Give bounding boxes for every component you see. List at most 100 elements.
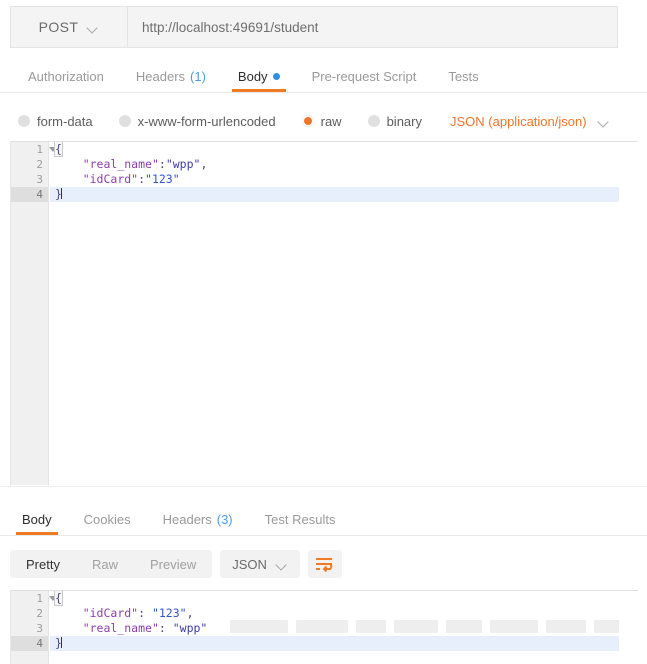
request-editor-gutter: 1 2 3 4 <box>11 142 57 485</box>
view-mode-preview-label: Preview <box>149 556 197 572</box>
tab-pre-request-script[interactable]: Pre-request Script <box>296 60 433 92</box>
code-line-active: } <box>50 636 638 651</box>
code-line: "real_name":"wpp", <box>50 157 638 172</box>
request-url-input[interactable]: http://localhost:49691/student <box>128 7 617 47</box>
response-format-dropdown[interactable]: JSON <box>220 550 300 578</box>
gutter-line-active: 4 <box>11 636 48 651</box>
request-tab-bar: Authorization Headers (1) Body Pre-reque… <box>0 60 647 93</box>
view-mode-raw[interactable]: Raw <box>76 550 134 578</box>
code-line: { <box>50 142 638 157</box>
json-key: "real_name" <box>82 157 159 171</box>
json-comma: , <box>200 157 208 171</box>
response-tab-cookies-label: Cookies <box>83 511 131 527</box>
body-type-raw[interactable]: raw <box>301 114 342 129</box>
wrap-lines-icon <box>316 557 333 572</box>
tab-headers-label: Headers <box>135 68 186 84</box>
response-tab-test-results[interactable]: Test Results <box>249 503 352 535</box>
radio-icon <box>118 115 131 127</box>
json-colon: : <box>158 157 166 171</box>
json-key: "real_name" <box>82 621 159 635</box>
code-line: { <box>50 591 638 606</box>
line-number: 4 <box>36 637 43 650</box>
response-tab-bar: Body Cookies Headers (3) Test Results <box>0 503 647 536</box>
gutter-line: 2 <box>11 157 48 172</box>
response-tab-body[interactable]: Body <box>6 503 68 535</box>
line-number: 4 <box>36 188 43 201</box>
view-mode-preview[interactable]: Preview <box>134 550 212 578</box>
code-line: "real_name": "wpp" <box>50 621 638 636</box>
json-value: "123" <box>151 606 187 620</box>
content-type-dropdown[interactable]: JSON (application/json) <box>450 114 610 129</box>
request-url-text: http://localhost:49691/student <box>142 19 319 35</box>
request-body-editor[interactable]: 1 2 3 4 { "real_name":"wpp", "idCard":"1… <box>10 141 638 485</box>
response-format-label: JSON <box>232 556 267 572</box>
body-type-urlencoded-label: x-www-form-urlencoded <box>137 113 276 129</box>
body-type-binary[interactable]: binary <box>367 113 422 129</box>
gutter-line: 3 <box>11 621 48 636</box>
body-type-form-data[interactable]: form-data <box>18 114 93 129</box>
chevron-down-icon <box>277 561 288 568</box>
radio-icon <box>18 115 30 127</box>
response-code-area[interactable]: { "idCard": "123", "real_name": "wpp" } <box>50 591 638 664</box>
response-body-editor[interactable]: 1 2 3 4 { "idCard": "123", "real_name": … <box>10 590 638 664</box>
json-comma: , <box>186 606 194 620</box>
response-toolbar: Pretty Raw Preview JSON <box>0 545 647 583</box>
json-colon: : <box>138 172 146 186</box>
wrap-lines-button[interactable] <box>307 550 342 578</box>
body-type-urlencoded[interactable]: x-www-form-urlencoded <box>118 113 276 129</box>
body-type-form-data-label: form-data <box>37 113 93 129</box>
gutter-line: 2 <box>11 606 48 621</box>
json-open-brace: { <box>54 591 63 606</box>
json-key: "idCard" <box>82 606 139 620</box>
response-tab-headers[interactable]: Headers (3) <box>147 503 249 535</box>
response-tab-test-results-label: Test Results <box>264 511 336 527</box>
line-number: 3 <box>36 622 43 635</box>
response-tab-cookies[interactable]: Cookies <box>68 503 147 535</box>
request-code-area[interactable]: { "real_name":"wpp", "idCard":"123" } <box>50 142 638 485</box>
tab-tests-label: Tests <box>448 68 479 84</box>
line-number: 2 <box>36 607 43 620</box>
view-mode-pretty[interactable]: Pretty <box>10 550 76 578</box>
json-key: "idCard" <box>82 172 139 186</box>
json-colon: : <box>138 606 152 620</box>
body-modified-dot-icon <box>272 72 280 80</box>
request-url-bar: POST http://localhost:49691/student <box>10 6 618 48</box>
line-number: 3 <box>36 173 43 186</box>
tab-authorization-label: Authorization <box>28 68 104 84</box>
tab-pre-request-script-label: Pre-request Script <box>311 68 417 84</box>
editor-right-margin <box>619 142 638 485</box>
gutter-line-active: 4 <box>11 187 48 202</box>
gutter-line: 3 <box>11 172 48 187</box>
response-tab-headers-label: Headers <box>162 511 212 527</box>
tab-authorization[interactable]: Authorization <box>12 60 120 92</box>
line-number: 1 <box>36 143 43 156</box>
editor-right-margin <box>619 591 638 664</box>
content-type-label: JSON (application/json) <box>450 113 587 129</box>
pane-divider[interactable] <box>0 486 647 503</box>
tab-headers[interactable]: Headers (1) <box>120 60 222 92</box>
json-open-brace: { <box>54 142 63 157</box>
code-line-active: } <box>50 187 638 202</box>
code-line: "idCard": "123", <box>50 606 638 621</box>
tab-tests[interactable]: Tests <box>432 60 494 92</box>
radio-selected-icon <box>301 115 314 127</box>
text-caret <box>60 637 62 648</box>
chevron-down-icon <box>599 118 610 125</box>
body-type-selector: form-data x-www-form-urlencoded raw bina… <box>0 104 647 138</box>
tab-body[interactable]: Body <box>222 60 296 92</box>
view-mode-raw-label: Raw <box>91 556 118 572</box>
http-method-label: POST <box>38 19 79 35</box>
response-tab-body-label: Body <box>22 511 52 527</box>
json-colon: : <box>158 621 173 635</box>
tab-body-label: Body <box>237 68 268 84</box>
json-value: "wpp" <box>172 621 208 635</box>
code-line: "idCard":"123" <box>50 172 638 187</box>
response-view-mode-group: Pretty Raw Preview <box>10 550 213 578</box>
body-type-binary-label: binary <box>386 113 422 129</box>
http-method-dropdown[interactable]: POST <box>11 7 128 47</box>
response-editor-gutter: 1 2 3 4 <box>11 591 57 664</box>
json-value: "123" <box>145 172 180 186</box>
